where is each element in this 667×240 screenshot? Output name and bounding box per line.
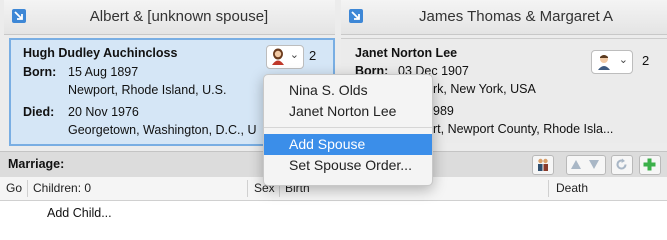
children-table-body: Add Child... <box>0 201 667 240</box>
menu-item-spouse[interactable]: Nina S. Olds <box>264 80 432 101</box>
died-label: Died: <box>23 105 55 119</box>
person-name[interactable]: Janet Norton Lee <box>355 46 457 60</box>
column-separator <box>247 180 248 197</box>
spouse-selector-button[interactable]: ⌄ <box>266 45 304 69</box>
family-button[interactable] <box>532 155 554 175</box>
couple-icon <box>538 158 548 171</box>
add-icon <box>643 158 656 171</box>
born-date: 15 Aug 1897 <box>68 65 139 79</box>
chevron-down-icon: ⌄ <box>618 54 628 66</box>
arrow-up-icon[interactable] <box>570 159 582 170</box>
died-date: 20 Nov 1976 <box>68 105 139 119</box>
column-children[interactable]: Children: 0 <box>33 177 91 200</box>
male-person-icon <box>598 55 610 70</box>
died-place: rt, Newport County, Rhode Isla... <box>433 122 614 136</box>
parents-header-left[interactable]: Albert & [unknown spouse] <box>4 0 335 35</box>
column-separator <box>27 180 28 197</box>
born-label: Born: <box>23 65 57 79</box>
arrow-down-icon[interactable] <box>588 159 600 170</box>
parents-title-right: James Thomas & Margaret A <box>419 8 613 25</box>
add-child-button[interactable] <box>639 155 661 175</box>
move-order-buttons[interactable] <box>566 155 606 175</box>
spouse-selector-button[interactable]: ⌄ <box>591 50 633 74</box>
marriage-label: Marriage: <box>8 157 65 171</box>
spouse-count: 2 <box>642 53 650 68</box>
parents-title-left: Albert & [unknown spouse] <box>89 8 269 25</box>
parents-header-right[interactable]: James Thomas & Margaret A <box>341 0 667 35</box>
menu-item-add-spouse[interactable]: Add Spouse <box>264 134 432 155</box>
column-separator <box>548 180 549 197</box>
go-to-parents-icon[interactable] <box>12 9 26 23</box>
born-place: rk, New York, USA <box>433 82 536 96</box>
refresh-icon <box>616 158 627 170</box>
person-name[interactable]: Hugh Dudley Auchincloss <box>23 46 177 60</box>
spouse-context-menu: Nina S. Olds Janet Norton Lee Add Spouse… <box>263 74 433 186</box>
menu-item-spouse[interactable]: Janet Norton Lee <box>264 101 432 122</box>
female-person-icon <box>272 48 284 65</box>
column-go[interactable]: Go <box>6 177 22 200</box>
swap-button[interactable] <box>611 155 633 175</box>
add-child-row[interactable]: Add Child... <box>47 206 112 220</box>
column-death[interactable]: Death <box>556 177 588 200</box>
died-date: 989 <box>433 104 454 118</box>
menu-separator <box>264 127 432 128</box>
spouse-count: 2 <box>309 48 317 63</box>
go-to-parents-icon[interactable] <box>349 9 363 23</box>
menu-item-set-spouse-order[interactable]: Set Spouse Order... <box>264 155 432 176</box>
died-place: Georgetown, Washington, D.C., U <box>68 123 257 137</box>
chevron-down-icon: ⌄ <box>289 49 299 61</box>
born-place: Newport, Rhode Island, U.S. <box>68 83 227 97</box>
